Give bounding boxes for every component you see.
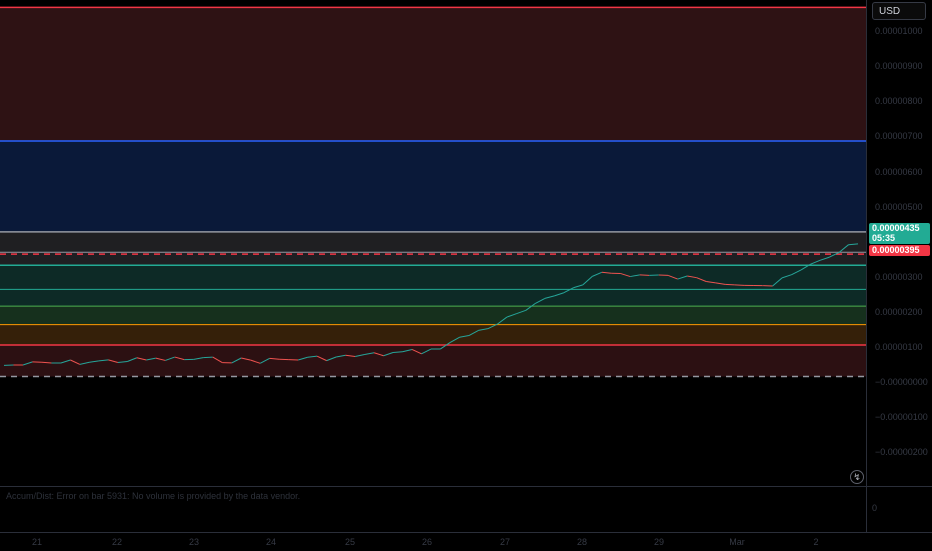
time-axis-label: 23 bbox=[189, 537, 199, 547]
price-axis[interactable]: USD 0.00001000 0.00000900 0.00000800 0.0000… bbox=[866, 0, 932, 532]
price-axis-label: 0.00000800 bbox=[875, 96, 923, 106]
time-axis-label: 29 bbox=[654, 537, 664, 547]
price-zone bbox=[0, 289, 866, 306]
price-zone bbox=[0, 325, 866, 345]
price-axis-label: 0.00000500 bbox=[875, 202, 923, 212]
time-axis-label: 22 bbox=[112, 537, 122, 547]
time-axis-label: 24 bbox=[266, 537, 276, 547]
time-axis-label: 21 bbox=[32, 537, 42, 547]
axis-separator bbox=[866, 486, 932, 487]
indicator-error-message: Accum/Dist: Error on bar 5931: No volume… bbox=[6, 491, 300, 501]
time-axis-label: Mar bbox=[729, 537, 745, 547]
time-axis-label: 27 bbox=[500, 537, 510, 547]
price-axis-label: 0.00000700 bbox=[875, 131, 923, 141]
price-zone bbox=[0, 232, 866, 265]
current-price-value: 0.00000435 bbox=[872, 223, 930, 233]
price-series-segment bbox=[203, 357, 212, 358]
price-axis-label: −0.00000100 bbox=[875, 412, 928, 422]
lightning-icon[interactable]: ↯ bbox=[850, 470, 864, 484]
time-axis-label: 25 bbox=[345, 537, 355, 547]
price-axis-label: 0.00001000 bbox=[875, 26, 923, 36]
price-zone bbox=[0, 141, 866, 232]
marked-price-tag: 0.00000395 bbox=[869, 245, 930, 256]
price-axis-label: 0.00000200 bbox=[875, 307, 923, 317]
price-zone bbox=[0, 306, 866, 325]
currency-button[interactable]: USD bbox=[872, 2, 926, 20]
price-series-segment bbox=[725, 284, 734, 285]
price-chart[interactable] bbox=[0, 0, 866, 486]
bar-countdown: 05:35 bbox=[872, 233, 930, 243]
price-axis-label: 0.00000300 bbox=[875, 272, 923, 282]
time-axis-label: 2 bbox=[813, 537, 818, 547]
current-price-tag: 0.00000435 05:35 bbox=[869, 223, 930, 244]
price-axis-label: −0.00000200 bbox=[875, 447, 928, 457]
pane-separator[interactable] bbox=[0, 486, 866, 487]
price-axis-label: −0.00000000 bbox=[875, 377, 928, 387]
time-axis[interactable]: 21 22 23 24 25 26 27 28 29 Mar 2 bbox=[0, 532, 932, 551]
price-series-segment bbox=[393, 352, 402, 353]
price-series-segment bbox=[640, 275, 649, 276]
price-zone bbox=[0, 7, 866, 141]
time-axis-label: 28 bbox=[577, 537, 587, 547]
price-axis-label: 0.00000100 bbox=[875, 342, 923, 352]
price-zone bbox=[0, 265, 866, 289]
time-axis-label: 26 bbox=[422, 537, 432, 547]
price-axis-label: 0.00000600 bbox=[875, 167, 923, 177]
price-axis-label: 0.00000900 bbox=[875, 61, 923, 71]
indicator-axis-label: 0 bbox=[872, 503, 877, 513]
